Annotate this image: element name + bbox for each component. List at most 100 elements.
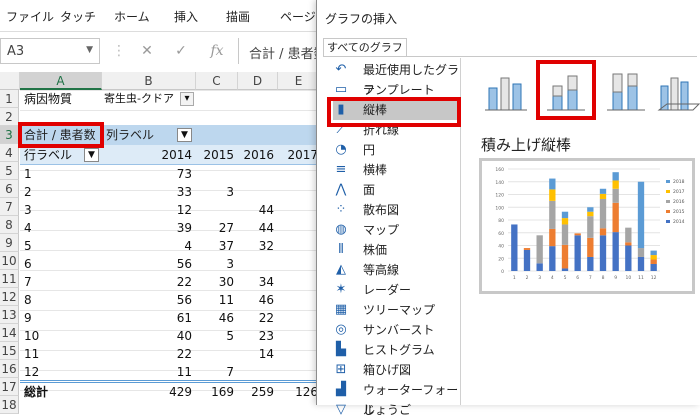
pivot-value-cell[interactable]: 73: [140, 165, 192, 183]
chart-type-item[interactable]: ◎ サンバースト: [333, 320, 461, 340]
row-header[interactable]: 6: [0, 180, 19, 198]
x-tick-label: 10: [625, 275, 631, 281]
row-header[interactable]: 14: [0, 324, 19, 342]
pivot-value-cell[interactable]: 23: [238, 327, 274, 345]
tab-touch[interactable]: タッチ: [60, 8, 96, 25]
col-header-c[interactable]: C: [196, 72, 238, 90]
highlight-stacked-variant: [536, 60, 596, 120]
pivot-value-cell[interactable]: 14: [238, 345, 274, 363]
bar-segment: [561, 218, 569, 225]
tab-insert[interactable]: 挿入: [174, 8, 198, 25]
pivot-value-cell[interactable]: 61: [140, 309, 192, 327]
row-header[interactable]: 2: [0, 108, 19, 126]
row-filter-icon[interactable]: ▼: [84, 148, 99, 162]
enter-icon[interactable]: ✓: [170, 40, 192, 62]
pivot-row-label: 12: [24, 365, 40, 379]
pivot-value-cell[interactable]: 39: [140, 219, 192, 237]
pivot-value-cell[interactable]: 37: [196, 237, 234, 255]
chevron-down-icon[interactable]: ▼: [86, 45, 93, 55]
pivot-value-cell[interactable]: 7: [196, 363, 234, 381]
row-header[interactable]: 9: [0, 234, 19, 252]
pivot-value-cell[interactable]: 44: [238, 201, 274, 219]
pivot-value-cell[interactable]: 27: [196, 219, 234, 237]
col-header-b[interactable]: B: [102, 72, 196, 90]
pivot-value-cell[interactable]: 3: [196, 183, 234, 201]
pivot-value-cell[interactable]: 22: [140, 273, 192, 291]
row-header[interactable]: 4: [0, 144, 19, 162]
col-filter-icon[interactable]: ▼: [177, 128, 192, 142]
tab-all-charts[interactable]: すべてのグラフ: [323, 38, 407, 56]
select-all[interactable]: [0, 72, 20, 90]
name-box-value: A3: [7, 44, 25, 59]
pivot-value-cell[interactable]: 22: [140, 345, 192, 363]
pivot-value-cell[interactable]: 44: [238, 219, 274, 237]
chart-type-icon: ◎: [335, 322, 347, 337]
chart-type-item[interactable]: ⁘ 散布図: [333, 200, 461, 220]
pivot-value-cell[interactable]: 3: [196, 255, 234, 273]
row-header[interactable]: 12: [0, 288, 19, 306]
chart-type-icon: ▙: [336, 342, 346, 357]
col-header-a[interactable]: A: [20, 72, 102, 90]
pivot-value-cell[interactable]: 30: [196, 273, 234, 291]
chart-type-item[interactable]: ⫴ 株価: [333, 240, 461, 260]
row-header[interactable]: 15: [0, 342, 19, 360]
tab-page[interactable]: ページ: [280, 8, 316, 25]
chart-type-item[interactable]: ◔ 円: [333, 140, 461, 160]
3d-column-icon[interactable]: [653, 66, 700, 114]
chart-type-item[interactable]: ▙ ヒストグラム: [333, 340, 461, 360]
chart-type-item[interactable]: ▽ じょうご: [333, 400, 461, 420]
percent-stacked-column-icon[interactable]: [601, 66, 651, 114]
pivot-value-cell[interactable]: 11: [196, 291, 234, 309]
row-header[interactable]: 17: [0, 378, 19, 396]
pivot-value-cell[interactable]: 12: [140, 201, 192, 219]
pivot-value-cell[interactable]: 46: [238, 291, 274, 309]
chart-type-item[interactable]: ≡ 横棒: [333, 160, 461, 180]
formula-input[interactable]: 合計 / 患者数: [238, 38, 320, 64]
pivot-value-cell[interactable]: 34: [238, 273, 274, 291]
chart-type-icon: ▽: [336, 402, 346, 417]
pivot-value-cell[interactable]: 56: [140, 291, 192, 309]
clustered-column-icon[interactable]: [481, 66, 531, 114]
row-header[interactable]: 5: [0, 162, 19, 180]
chart-type-item[interactable]: ⋀ 面: [333, 180, 461, 200]
pivot-value-cell[interactable]: 22: [238, 309, 274, 327]
row-header[interactable]: 3: [0, 126, 19, 144]
row-header[interactable]: 13: [0, 306, 19, 324]
row-header[interactable]: 11: [0, 270, 19, 288]
pivot-value-cell[interactable]: 56: [140, 255, 192, 273]
row-header[interactable]: 18: [0, 396, 19, 414]
chart-type-item[interactable]: ▦ ツリーマップ: [333, 300, 461, 320]
filter-icon[interactable]: ▾: [180, 92, 194, 106]
row-header[interactable]: 1: [0, 90, 19, 108]
chart-type-item[interactable]: ▟ ウォーターフォール: [333, 380, 461, 417]
col-header-e[interactable]: E: [278, 72, 320, 90]
pivot-value-cell[interactable]: 40: [140, 327, 192, 345]
pivot-value-cell[interactable]: 33: [140, 183, 192, 201]
bar-segment: [612, 172, 619, 181]
chart-type-item[interactable]: ✶ レーダー: [333, 280, 461, 300]
tab-file[interactable]: ファイル: [6, 8, 54, 25]
chart-type-icon: ▭: [334, 82, 348, 97]
bar-segment: [599, 193, 607, 199]
pivot-value-cell[interactable]: 4: [140, 237, 192, 255]
tab-draw[interactable]: 描画: [226, 8, 250, 25]
pivot-value-cell[interactable]: 46: [196, 309, 234, 327]
cancel-icon[interactable]: ✕: [136, 40, 158, 62]
chart-type-item[interactable]: ◍ マップ: [333, 220, 461, 240]
row-header[interactable]: 16: [0, 360, 19, 378]
legend-swatch: [666, 200, 670, 203]
pivot-value-cell[interactable]: 5: [196, 327, 234, 345]
filter-field-label: 病因物質: [24, 92, 73, 106]
tab-home[interactable]: ホーム: [114, 8, 150, 25]
row-header[interactable]: 8: [0, 216, 19, 234]
name-box[interactable]: A3 ▼: [0, 38, 100, 64]
chart-type-item[interactable]: ◭ 等高線: [333, 260, 461, 280]
pivot-value-cell[interactable]: 11: [140, 363, 192, 381]
col-header-d[interactable]: D: [238, 72, 278, 90]
chart-type-item[interactable]: ⊞ 箱ひげ図: [333, 360, 461, 380]
pivot-value-cell[interactable]: 32: [238, 237, 274, 255]
row-header[interactable]: 10: [0, 252, 19, 270]
row-header[interactable]: 7: [0, 198, 19, 216]
chart-type-item[interactable]: ↶ 最近使用したグラフ: [333, 60, 461, 97]
fx-icon[interactable]: fx: [206, 40, 228, 62]
